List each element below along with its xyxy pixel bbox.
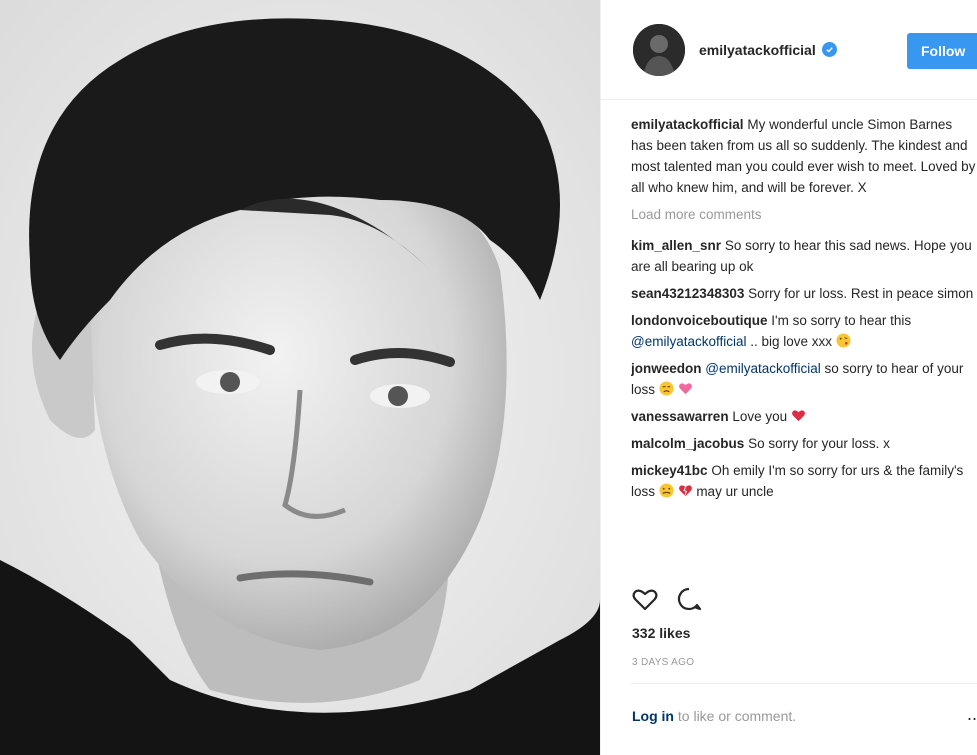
comment-mention-link[interactable]: @emilyatackofficial	[705, 361, 821, 376]
comment-item: vanessawarren Love you	[631, 406, 976, 427]
post-username[interactable]: emilyatackofficial	[699, 42, 816, 58]
comment-item: jonweedon @emilyatackofficial so sorry t…	[631, 358, 976, 400]
load-more-comments-link[interactable]: Load more comments	[631, 204, 976, 225]
comment-username[interactable]: vanessawarren	[631, 409, 729, 424]
login-prompt: Log in to like or comment.	[632, 708, 796, 724]
comment-username[interactable]: malcolm_jacobus	[631, 436, 744, 451]
comment-text: Sorry for ur loss. Rest in peace simon	[748, 286, 974, 301]
comment-mention-link[interactable]: @emilyatackofficial	[631, 334, 747, 349]
login-prompt-text: to like or comment.	[677, 708, 797, 724]
comment-text: So sorry for your loss. x	[748, 436, 890, 451]
post-header: emilyatackofficial Follow	[601, 0, 977, 100]
comment-text: Love you	[732, 409, 788, 424]
more-options-icon[interactable]: ...	[967, 704, 977, 725]
avatar-image	[633, 23, 685, 76]
red-heart-emoji-icon	[791, 410, 805, 422]
comment-text: I'm so sorry to hear this	[771, 313, 912, 328]
kiss-emoji-icon	[836, 333, 851, 348]
comment-username[interactable]: mickey41bc	[631, 463, 708, 478]
post-sidebar: emilyatackofficial Follow emilyatackoffi…	[600, 0, 977, 755]
comment-username[interactable]: sean43212348303	[631, 286, 744, 301]
comment-username[interactable]: londonvoiceboutique	[631, 313, 768, 328]
login-link[interactable]: Log in	[632, 708, 674, 724]
comment-text-after: .. big love xxx	[750, 334, 833, 349]
comment-username[interactable]: kim_allen_snr	[631, 238, 721, 253]
post-caption: emilyatackofficial My wonderful uncle Si…	[631, 114, 976, 198]
broken-heart-emoji-icon	[678, 485, 692, 497]
comment-bubble-icon[interactable]	[675, 585, 703, 617]
heart-emoji-icon	[678, 383, 692, 395]
comment-username[interactable]: jonweedon	[631, 361, 702, 376]
follow-button[interactable]: Follow	[907, 33, 977, 69]
comment-item: malcolm_jacobus So sorry for your loss. …	[631, 433, 976, 454]
post-photo[interactable]	[0, 0, 600, 755]
post-actions	[631, 585, 703, 617]
profile-avatar[interactable]	[633, 23, 685, 76]
post-timestamp[interactable]: 3 DAYS AGO	[632, 657, 694, 668]
heart-outline-icon[interactable]	[631, 585, 659, 617]
likes-count[interactable]: 332 likes	[632, 625, 690, 641]
comment-text-after: may ur uncle	[696, 484, 774, 499]
comment-item: londonvoiceboutique I'm so sorry to hear…	[631, 310, 976, 352]
comment-item: mickey41bc Oh emily I'm so sorry for urs…	[631, 460, 976, 502]
crying-emoji-icon	[659, 483, 674, 498]
comments-list[interactable]: emilyatackofficial My wonderful uncle Si…	[631, 114, 976, 572]
portrait-image	[0, 0, 600, 755]
comment-item: sean43212348303 Sorry for ur loss. Rest …	[631, 283, 976, 304]
verified-badge-icon	[821, 42, 837, 57]
divider	[631, 683, 977, 684]
sad-face-emoji-icon	[659, 381, 674, 396]
comment-item: kim_allen_snr So sorry to hear this sad …	[631, 235, 976, 277]
caption-username[interactable]: emilyatackofficial	[631, 117, 744, 132]
